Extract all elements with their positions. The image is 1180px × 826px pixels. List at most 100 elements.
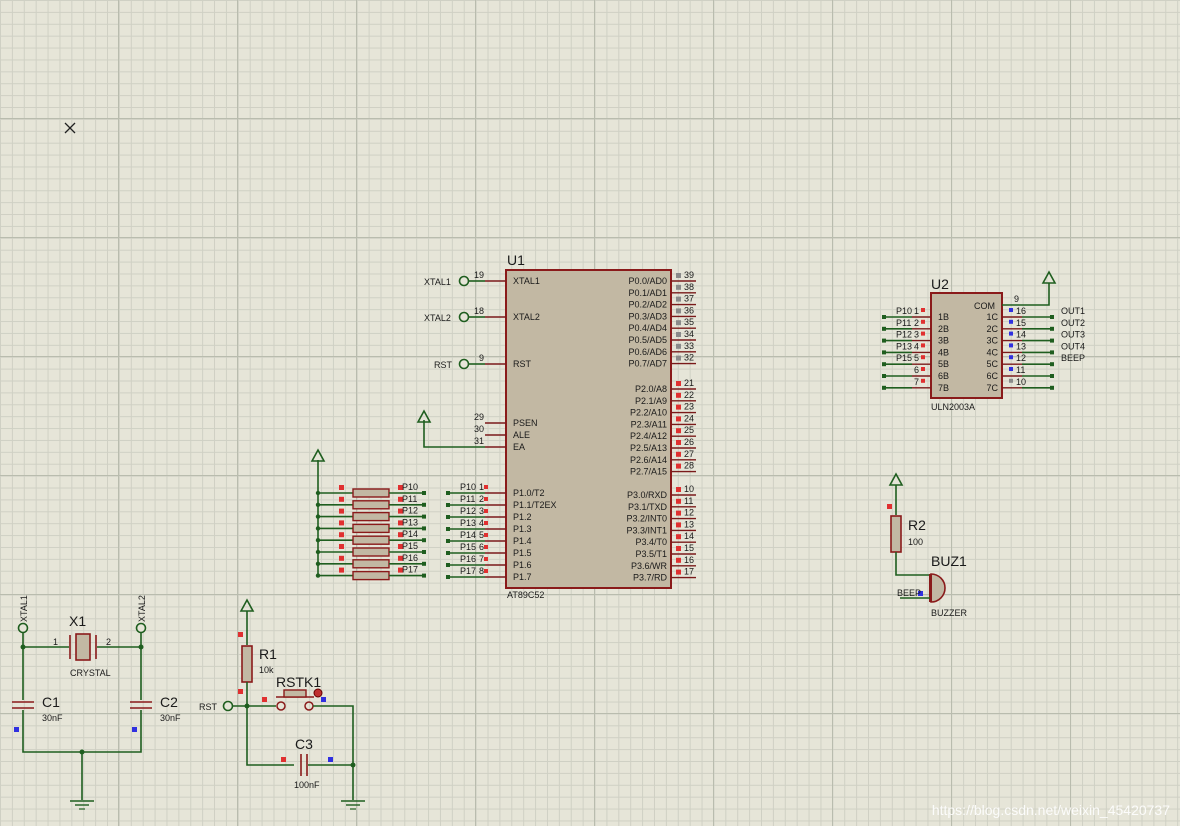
svg-text:COM: COM (974, 301, 995, 311)
pin-name: 3B (938, 336, 949, 346)
pin-number: 6 (479, 542, 484, 552)
resistor-r2[interactable]: R2 100 (887, 472, 930, 576)
pin-marker (484, 521, 488, 525)
pin-number: 11 (684, 496, 693, 506)
pin-number: 37 (684, 294, 694, 304)
pin-name: RST (513, 359, 532, 369)
pin-name: P0.1/AD1 (628, 288, 667, 298)
pin-name: P1.0/T2 (513, 488, 545, 498)
svg-text:R1: R1 (259, 646, 277, 662)
pin-marker (676, 320, 681, 326)
pin-marker (339, 555, 344, 561)
pin-marker (676, 569, 681, 575)
pin-marker (676, 451, 681, 457)
svg-text:RSTK1: RSTK1 (276, 674, 321, 690)
pin-name: P3.2/INT0 (626, 514, 667, 524)
resistor-network[interactable]: P10 P11 P12P13 P14 P15 P16 P17 (310, 448, 426, 581)
pin-marker (1009, 331, 1013, 336)
pin-marker (921, 331, 925, 336)
pin-marker (339, 485, 344, 490)
pin-number: 4 (479, 518, 484, 528)
pin-marker (921, 343, 925, 348)
net-label: P10 (896, 306, 912, 316)
svg-text:1: 1 (53, 637, 58, 647)
pin-number: 9 (479, 353, 484, 363)
pin-marker (676, 510, 681, 516)
crystal-circuit[interactable]: XTAL1 XTAL2 X1 CRYSTAL 1 2 C1 30nF C2 30… (12, 595, 181, 810)
net-label: P14 (402, 529, 418, 539)
net-label: OUT1 (1061, 306, 1085, 316)
terminal-rst-u1[interactable]: RST (434, 358, 485, 371)
net-label: P11 (402, 494, 417, 504)
pin-marker (921, 308, 925, 312)
svg-text:BUZZER: BUZZER (931, 608, 968, 618)
schematic-drawing[interactable]: U1 AT89C52 19XTAL118XTAL29RST29PSEN30ALE… (0, 0, 1180, 826)
pin-number: 16 (1016, 306, 1026, 316)
pin-name: XTAL2 (513, 312, 540, 322)
pin-name: P3.0/RXD (627, 490, 668, 500)
pin-number: 15 (684, 543, 694, 553)
wire-end (446, 575, 450, 579)
pin-marker (339, 520, 344, 526)
pin-name: 4C (986, 347, 998, 357)
svg-text:100: 100 (908, 537, 923, 547)
u1-ref: U1 (507, 252, 525, 268)
pin-number: 6 (914, 365, 919, 375)
net-label: P11 (460, 494, 475, 504)
pin-marker (676, 440, 681, 445)
pin-name: 1B (938, 312, 949, 322)
svg-text:30nF: 30nF (42, 713, 63, 723)
pin-marker (676, 428, 681, 434)
pin-number: 11 (1016, 365, 1025, 375)
pin-number: 14 (684, 531, 694, 541)
svg-text:C1: C1 (42, 694, 60, 710)
pin-number: 14 (1016, 330, 1026, 340)
pin-number: 21 (684, 378, 694, 388)
pin-number: 35 (684, 317, 694, 327)
pin-name: P1.6 (513, 560, 532, 570)
wire-end (446, 515, 450, 519)
u2-driver[interactable]: U2 ULN2003A 1B 1P10 2B 2P11 3B 3P12 4B 4P13 5B 5P… (882, 270, 1085, 412)
net-label: P12 (460, 506, 476, 516)
pin-name: 3C (986, 336, 998, 346)
pin-name: XTAL1 (513, 276, 540, 286)
pin-marker (1009, 343, 1013, 348)
pin-marker (1009, 308, 1013, 312)
reset-circuit[interactable]: R1 10k RST RSTK1 C3 100nF (199, 598, 365, 810)
pin-marker (676, 273, 681, 278)
wire-end (446, 539, 450, 543)
pin-marker (921, 378, 925, 383)
buzzer-buz1[interactable]: BUZ1 BUZZER BEEP (897, 553, 968, 618)
u1-microcontroller[interactable]: U1 AT89C52 19XTAL118XTAL29RST29PSEN30ALE… (446, 252, 696, 600)
pin-name: P2.4/A12 (630, 431, 667, 441)
pin-marker (484, 569, 488, 573)
svg-text:XTAL2: XTAL2 (424, 313, 451, 323)
pin-name: P2.3/A11 (631, 419, 667, 429)
net-label: P13 (460, 518, 476, 528)
pin-marker (676, 534, 681, 540)
pin-number: 8 (479, 566, 484, 576)
pin-marker (676, 332, 681, 337)
pin-marker (339, 496, 344, 502)
svg-text:R2: R2 (908, 517, 926, 533)
wire-end (446, 491, 450, 495)
pin-name: 7B (938, 383, 949, 393)
net-label: P17 (460, 566, 476, 576)
pin-name: 6C (986, 371, 998, 381)
pin-name: P0.4/AD4 (628, 323, 667, 333)
net-label: P12 (896, 330, 912, 340)
pin-name: P2.0/A8 (635, 384, 667, 394)
pin-marker (676, 463, 681, 469)
pin-marker (676, 308, 681, 314)
wire-end (446, 551, 450, 555)
pin-marker (1009, 355, 1013, 360)
pin-number: 7 (479, 554, 484, 564)
svg-text:30nF: 30nF (160, 713, 181, 723)
pin-number: 2 (479, 494, 484, 504)
pin-name: P2.2/A10 (630, 408, 667, 418)
pin-marker (484, 533, 488, 537)
pin-number: 27 (684, 449, 694, 459)
wire-end (446, 503, 450, 507)
u1-part: AT89C52 (507, 590, 544, 600)
net-label: P13 (402, 517, 418, 527)
